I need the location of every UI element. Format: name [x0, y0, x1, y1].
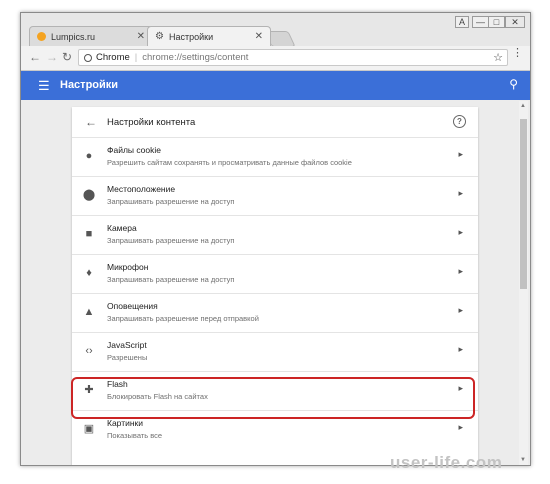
close-window-button[interactable]: ✕ — [505, 16, 525, 28]
camera-icon: ■ — [85, 228, 93, 240]
setting-description: Запрашивать разрешение на доступ — [107, 275, 235, 284]
setting-label: Оповещения — [107, 301, 158, 311]
settings-header: ☰ Настройки ⚲ — [21, 71, 530, 100]
chrome-menu-icon[interactable]: ⋮ — [512, 48, 523, 59]
divider — [72, 215, 478, 216]
setting-row-location[interactable]: ⬤ Местоположение Запрашивать разрешение … — [72, 176, 478, 215]
setting-label: Flash — [107, 379, 128, 389]
puzzle-icon: ✚ — [84, 384, 94, 396]
watermark: user-life.com — [390, 453, 503, 472]
image-icon: ▣ — [83, 423, 95, 435]
forward-arrow-icon[interactable]: → — [46, 50, 58, 64]
divider — [72, 410, 478, 411]
code-icon: ‹› — [85, 345, 93, 357]
minimize-button[interactable]: — — [472, 16, 489, 28]
card-title: Настройки контента — [107, 117, 196, 128]
chevron-right-icon: ▸ — [458, 188, 463, 198]
back-arrow-icon[interactable]: ← — [29, 50, 41, 64]
divider — [72, 254, 478, 255]
user-profile-button[interactable]: A — [455, 16, 469, 28]
divider — [72, 332, 478, 333]
chevron-right-icon: ▸ — [458, 149, 463, 159]
divider — [72, 137, 478, 138]
tab-title: Настройки — [168, 31, 214, 42]
chevron-right-icon: ▸ — [458, 383, 463, 393]
bookmark-star-icon[interactable]: ☆ — [493, 51, 503, 64]
setting-row-camera[interactable]: ■ Камера Запрашивать разрешение на досту… — [72, 215, 478, 254]
gear-icon: ⚙ — [155, 31, 164, 42]
close-tab-icon[interactable]: ✕ — [255, 31, 263, 42]
close-tab-icon[interactable]: ✕ — [137, 31, 145, 42]
browser-window: Lumpics.ru ✕ ⚙ Настройки ✕ A — □ ✕ ← → ↻… — [20, 12, 531, 466]
setting-row-flash[interactable]: ✚ Flash Блокировать Flash на сайтах ▸ — [72, 371, 478, 410]
page-title: Настройки — [60, 79, 119, 91]
chevron-right-icon: ▸ — [458, 305, 463, 315]
setting-label: JavaScript — [107, 340, 147, 350]
hamburger-menu-icon[interactable]: ☰ — [38, 79, 50, 92]
chevron-right-icon: ▸ — [458, 266, 463, 276]
help-icon[interactable]: ? — [453, 115, 466, 128]
divider — [72, 293, 478, 294]
setting-description: Разрешить сайтам сохранять и просматрива… — [107, 158, 352, 167]
scroll-thumb[interactable] — [520, 119, 527, 289]
setting-label: Картинки — [107, 418, 144, 428]
scroll-down-arrow-icon[interactable]: ▼ — [520, 457, 526, 463]
site-name: Chrome — [96, 52, 130, 63]
maximize-button[interactable]: □ — [488, 16, 505, 28]
bell-icon: ▲ — [83, 306, 95, 318]
setting-label: Камера — [107, 223, 137, 233]
chevron-right-icon: ▸ — [458, 344, 463, 354]
setting-label: Местоположение — [107, 184, 176, 194]
location-pin-icon: ⬤ — [82, 189, 96, 201]
setting-description: Разрешены — [107, 353, 148, 362]
scroll-up-arrow-icon[interactable]: ▲ — [520, 103, 526, 109]
setting-description: Блокировать Flash на сайтах — [107, 392, 208, 401]
tab-lumpics[interactable]: Lumpics.ru ✕ — [29, 26, 153, 46]
browser-toolbar: ← → ↻ Chrome | chrome://settings/content… — [21, 46, 530, 71]
reload-icon[interactable]: ↻ — [62, 50, 72, 64]
url-text: chrome://settings/content — [142, 52, 249, 63]
tab-strip: Lumpics.ru ✕ ⚙ Настройки ✕ A — □ ✕ — [21, 13, 530, 47]
search-icon[interactable]: ⚲ — [509, 77, 518, 91]
tab-settings[interactable]: ⚙ Настройки ✕ — [147, 26, 271, 46]
card-header: ← Настройки контента ? — [72, 107, 478, 137]
setting-description: Запрашивать разрешение перед отправкой — [107, 314, 259, 323]
chevron-right-icon: ▸ — [458, 422, 463, 432]
setting-description: Запрашивать разрешение на доступ — [107, 197, 235, 206]
tab-title: Lumpics.ru — [51, 31, 96, 42]
setting-description: Запрашивать разрешение на доступ — [107, 236, 235, 245]
address-bar[interactable]: Chrome | chrome://settings/content ☆ — [78, 49, 508, 66]
divider — [72, 371, 478, 372]
content-settings-card: ← Настройки контента ? ● Файлы cookie Ра… — [72, 107, 478, 465]
setting-row-microphone[interactable]: ♦ Микрофон Запрашивать разрешение на дос… — [72, 254, 478, 293]
back-arrow-icon[interactable]: ← — [85, 116, 97, 128]
setting-description: Показывать все — [107, 431, 163, 440]
microphone-icon: ♦ — [86, 267, 92, 279]
setting-label: Микрофон — [107, 262, 149, 272]
scrollbar[interactable]: ▲ ▼ — [519, 101, 528, 465]
setting-row-javascript[interactable]: ‹› JavaScript Разрешены ▸ — [72, 332, 478, 371]
setting-row-images[interactable]: ▣ Картинки Показывать все ▸ — [72, 410, 478, 449]
chrome-page-icon — [84, 53, 92, 62]
setting-row-notifications[interactable]: ▲ Оповещения Запрашивать разрешение пере… — [72, 293, 478, 332]
divider — [72, 176, 478, 177]
cookie-icon: ● — [85, 150, 93, 162]
setting-label: Файлы cookie — [107, 145, 161, 155]
lumpics-favicon-icon — [37, 32, 46, 41]
setting-row-cookies[interactable]: ● Файлы cookie Разрешить сайтам сохранят… — [72, 137, 478, 176]
chevron-right-icon: ▸ — [458, 227, 463, 237]
url-separator: | — [134, 52, 138, 63]
settings-content: ← Настройки контента ? ● Файлы cookie Ра… — [21, 100, 530, 465]
